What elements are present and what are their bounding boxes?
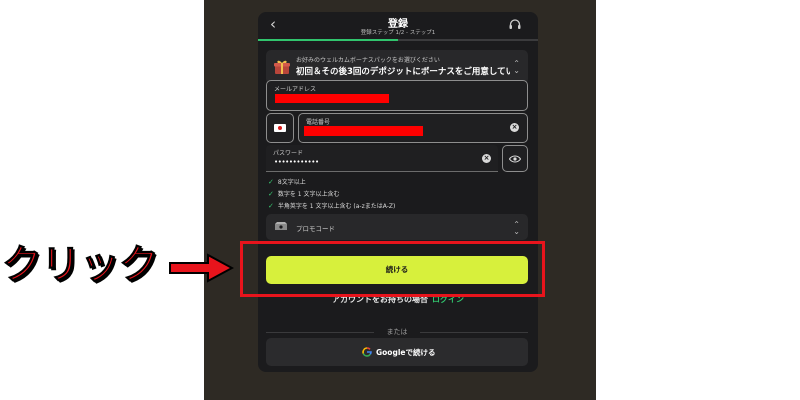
check-icon: ✓ [268, 202, 274, 210]
password-rule: ✓ 数字を 1 文字以上含む [268, 190, 340, 198]
eye-icon [509, 155, 521, 163]
country-code-selector[interactable] [266, 113, 294, 143]
redacted-phone [304, 126, 423, 136]
screenshot-stage: ‹ 登録 登録ステップ 1/2 - ステップ1 お好みのウェルカムボーナスパック… [0, 0, 800, 400]
email-label: メールアドレス [274, 86, 317, 93]
check-icon: ✓ [268, 178, 274, 186]
show-password-button[interactable] [502, 145, 528, 172]
password-value: •••••••••••• [274, 158, 319, 166]
arrow-right-icon [169, 253, 234, 283]
google-label: Googleで続ける [376, 348, 436, 357]
password-rule: ✓ 8文字以上 [268, 178, 306, 186]
promo-label: プロモコード [296, 225, 335, 233]
password-rule: ✓ 半角英字を 1 文字以上含む (a-zまたはA-Z) [268, 202, 396, 210]
google-icon [362, 347, 372, 357]
bonus-caption: お好みのウェルカムボーナスパックをお選びください [296, 57, 440, 64]
clear-phone-icon[interactable]: × [510, 123, 519, 132]
phone-label: 電話番号 [306, 119, 331, 126]
progress-fill [258, 39, 398, 41]
redacted-email [275, 94, 389, 103]
check-icon: ✓ [268, 190, 274, 198]
bonus-selection: 初回＆その後3回のデポジットにボーナスをご用意してい… [296, 67, 510, 77]
google-signin-button[interactable]: Googleで続ける [266, 338, 528, 366]
welcome-bonus-selector[interactable]: お好みのウェルカムボーナスパックをお選びください 初回＆その後3回のデポジットに… [266, 50, 528, 84]
japan-flag-icon [274, 124, 286, 132]
headset-icon[interactable] [508, 18, 522, 32]
clear-password-icon[interactable]: × [482, 154, 491, 163]
registration-modal: ‹ 登録 登録ステップ 1/2 - ステップ1 お好みのウェルカムボーナスパック… [258, 12, 538, 372]
password-field[interactable]: パスワード •••••••••••• × [266, 145, 498, 172]
password-label: パスワード [273, 150, 304, 157]
modal-header: ‹ 登録 登録ステップ 1/2 - ステップ1 [258, 12, 538, 42]
chevron-updown-icon: ⌃ ⌄ [513, 220, 520, 236]
promo-code-selector[interactable]: プロモコード ⌃ ⌄ [266, 214, 528, 240]
progress-track [258, 39, 538, 41]
chevron-updown-icon: ⌃ ⌄ [513, 59, 520, 75]
promo-ticket-icon [275, 222, 287, 230]
continue-highlight-box [240, 241, 545, 297]
click-callout-label: クリック [2, 242, 160, 289]
gift-icon [274, 60, 290, 74]
step-indicator: 登録ステップ 1/2 - ステップ1 [360, 30, 436, 36]
password-rules: ✓ 8文字以上 ✓ 数字を 1 文字以上含む ✓ 半角英字を 1 文字以上含む (a-… [268, 177, 395, 213]
phone-field[interactable]: 電話番号 × [298, 113, 528, 143]
email-field[interactable]: メールアドレス [266, 80, 528, 111]
or-divider: または [266, 327, 528, 337]
